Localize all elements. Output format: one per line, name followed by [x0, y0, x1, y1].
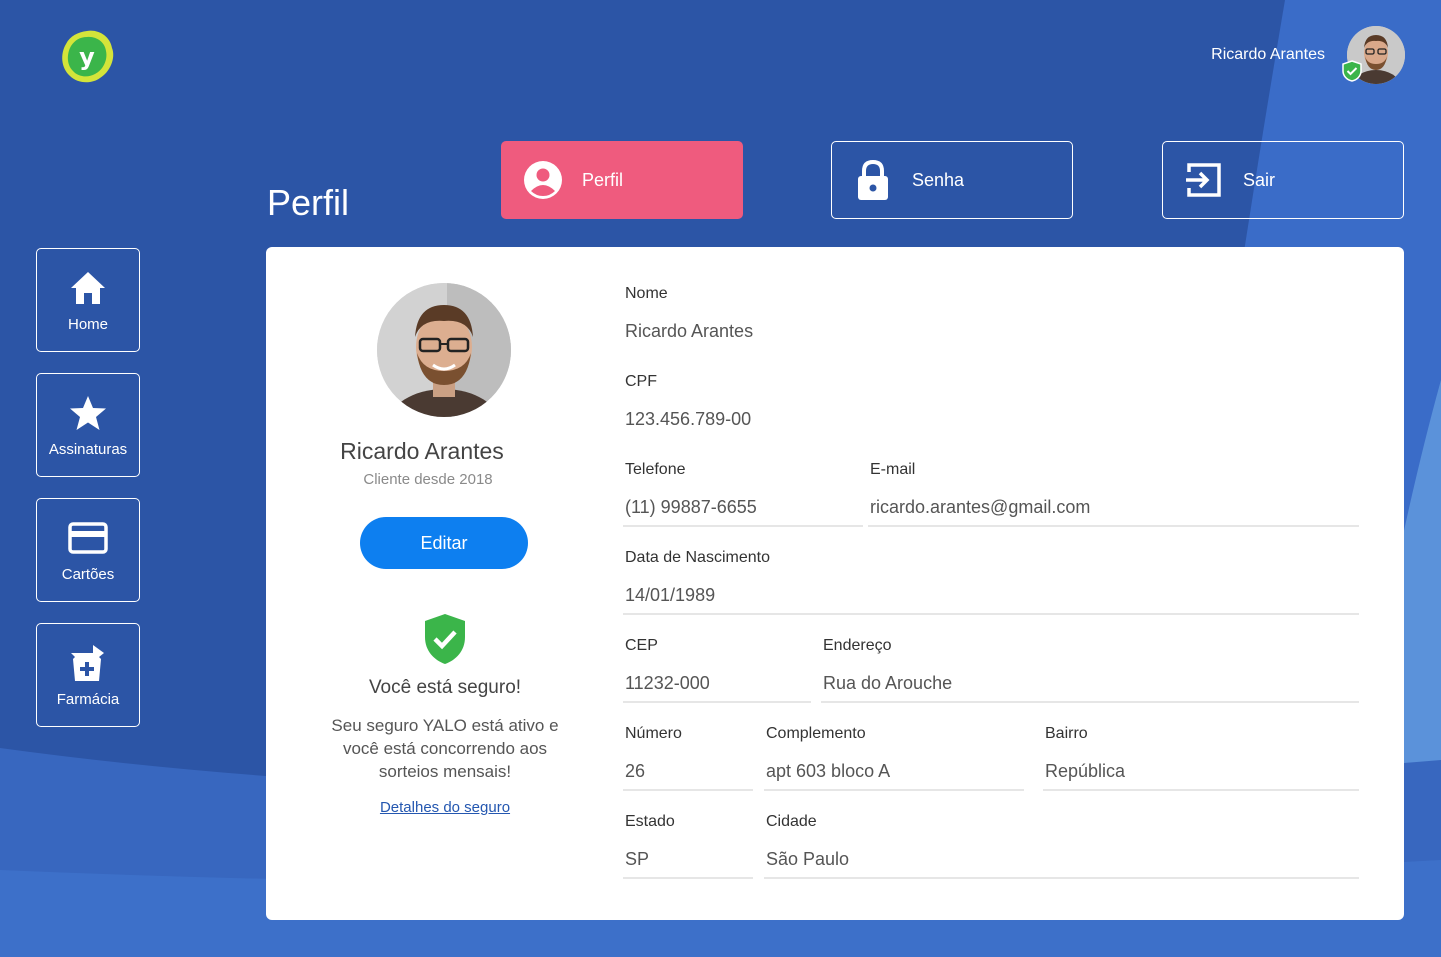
- lock-icon: [852, 159, 894, 201]
- field-nome: Nome Ricardo Arantes: [625, 285, 1359, 351]
- field-endereco[interactable]: Endereço Rua do Arouche: [821, 637, 1359, 703]
- field-label: Nome: [625, 285, 668, 302]
- profile-photo: [377, 283, 511, 417]
- logout-icon: [1183, 159, 1225, 201]
- field-nascimento[interactable]: Data de Nascimento 14/01/1989: [623, 549, 1359, 615]
- field-label: Número: [625, 725, 682, 742]
- profile-since: Cliente desde 2018: [363, 471, 493, 488]
- complemento-input[interactable]: apt 603 bloco A: [764, 759, 1024, 791]
- field-numero[interactable]: Número 26: [623, 725, 753, 791]
- sidebar-item-label: Cartões: [61, 565, 115, 583]
- tab-senha[interactable]: Senha: [831, 141, 1073, 219]
- sidebar-item-label: Home: [67, 315, 108, 333]
- user-menu[interactable]: Ricardo Arantes: [1211, 26, 1405, 84]
- field-bairro[interactable]: Bairro República: [1043, 725, 1359, 791]
- cep-input[interactable]: 11232-000: [623, 671, 811, 703]
- star-icon: [68, 393, 108, 433]
- field-label: E-mail: [870, 461, 916, 478]
- field-label: Complemento: [766, 725, 866, 742]
- tab-sair[interactable]: Sair: [1162, 141, 1404, 219]
- sidebar-item-assinaturas[interactable]: Assinaturas: [36, 373, 140, 477]
- field-label: Estado: [625, 813, 675, 830]
- secure-description: Seu seguro YALO está ativo e você está c…: [331, 716, 559, 781]
- bairro-input[interactable]: República: [1043, 759, 1359, 791]
- field-label: CEP: [625, 637, 658, 654]
- tab-label: Sair: [1243, 169, 1276, 190]
- field-estado[interactable]: Estado SP: [623, 813, 753, 879]
- user-icon: [522, 159, 564, 201]
- avatar[interactable]: [1342, 26, 1405, 84]
- tab-label: Perfil: [582, 169, 624, 190]
- avatar-icon: [377, 283, 511, 417]
- tab-perfil[interactable]: Perfil: [501, 141, 743, 219]
- insurance-details-link[interactable]: Detalhes do seguro: [266, 799, 624, 816]
- secure-title: Você está seguro!: [368, 677, 522, 698]
- field-label: Cidade: [766, 813, 817, 830]
- page-title: Perfil: [267, 182, 350, 223]
- field-label: Endereço: [823, 637, 892, 654]
- profile-name: Ricardo Arantes: [340, 438, 504, 464]
- pharmacy-icon: [68, 643, 108, 683]
- cpf-value: 123.456.789-00: [625, 409, 752, 429]
- profile-card: Ricardo Arantes Cliente desde 2018 Edita…: [266, 247, 1404, 920]
- field-cpf: CPF 123.456.789-00: [625, 373, 1359, 439]
- field-label: Bairro: [1045, 725, 1088, 742]
- cidade-input[interactable]: São Paulo: [764, 847, 1359, 879]
- edit-button[interactable]: Editar: [360, 517, 528, 569]
- field-label: Data de Nascimento: [625, 549, 770, 566]
- tab-label: Senha: [912, 169, 965, 190]
- user-name: Ricardo Arantes: [1211, 46, 1325, 63]
- endereco-input[interactable]: Rua do Arouche: [821, 671, 1359, 703]
- shield-check-icon: [425, 614, 465, 664]
- sidebar-item-label: Assinaturas: [48, 440, 128, 458]
- sidebar-item-home[interactable]: Home: [36, 248, 140, 352]
- field-telefone[interactable]: Telefone (11) 99887-6655: [623, 461, 863, 527]
- verified-badge-icon: [1342, 60, 1362, 82]
- numero-input[interactable]: 26: [623, 759, 753, 791]
- estado-input[interactable]: SP: [623, 847, 753, 879]
- sidebar-item-cartoes[interactable]: Cartões: [36, 498, 140, 602]
- sidebar: Home Assinaturas Cartões Farmácia: [36, 248, 140, 748]
- field-email[interactable]: E-mail ricardo.arantes@gmail.com: [868, 461, 1359, 527]
- sidebar-item-farmacia[interactable]: Farmácia: [36, 623, 140, 727]
- credit-card-icon: [68, 518, 108, 558]
- telefone-input[interactable]: (11) 99887-6655: [623, 495, 863, 527]
- nome-value: Ricardo Arantes: [625, 321, 754, 341]
- email-input[interactable]: ricardo.arantes@gmail.com: [868, 495, 1359, 527]
- field-cep[interactable]: CEP 11232-000: [623, 637, 811, 703]
- nascimento-input[interactable]: 14/01/1989: [623, 583, 1359, 615]
- field-label: Telefone: [625, 461, 686, 478]
- field-label: CPF: [625, 373, 657, 390]
- field-complemento[interactable]: Complemento apt 603 bloco A: [764, 725, 1024, 791]
- sidebar-item-label: Farmácia: [56, 690, 120, 708]
- profile-summary: Ricardo Arantes Cliente desde 2018 Edita…: [266, 247, 622, 920]
- svg-text:y: y: [79, 43, 95, 71]
- yalo-logo-icon[interactable]: y: [58, 28, 116, 86]
- home-icon: [68, 268, 108, 308]
- field-cidade[interactable]: Cidade São Paulo: [764, 813, 1359, 879]
